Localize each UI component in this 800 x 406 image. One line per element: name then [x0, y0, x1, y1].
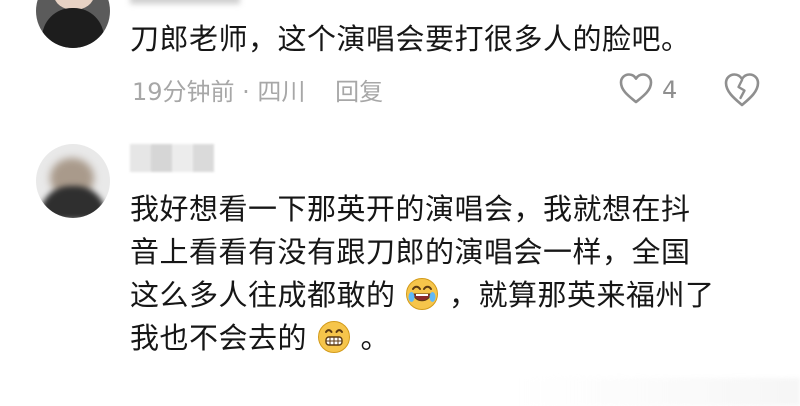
reply-button[interactable]: 回复	[335, 78, 383, 106]
dislike-button[interactable]	[722, 70, 762, 110]
comment-line-segment: ，就算那英来福州了	[448, 278, 715, 312]
comment-time-location: 19分钟前 · 四川	[132, 78, 306, 106]
comment-thread: 刀郎老师，这个演唱会要打很多人的脸吧。 19分钟前 · 四川 回复 4 我好想看…	[0, 0, 800, 406]
comment-line-segment: 。	[360, 321, 390, 355]
username-blurred[interactable]	[130, 144, 214, 172]
avatar-clothing	[42, 8, 104, 48]
broken-heart-icon	[722, 73, 762, 114]
avatar[interactable]	[36, 144, 110, 218]
crying-laughing-emoji-icon	[405, 277, 439, 311]
like-button[interactable]: 4	[618, 70, 677, 110]
bottom-edge-artifact	[520, 378, 800, 406]
comment-text: 刀郎老师，这个演唱会要打很多人的脸吧。	[130, 22, 691, 56]
avatar-clothing	[40, 186, 106, 218]
comment-line-segment: 这么多人往成都敢的	[130, 278, 396, 312]
like-count: 4	[662, 76, 678, 104]
heart-icon	[618, 71, 654, 109]
grinning-emoji-icon	[317, 320, 351, 354]
comment-line: 这么多人往成都敢的 ，就算那英来福州了	[130, 274, 714, 317]
comment-line-segment: 我也不会去的	[130, 321, 308, 355]
comment-line: 音上看看有没有跟刀郎的演唱会一样，全国	[130, 235, 691, 269]
username-blurred[interactable]	[130, 0, 240, 4]
comment-line: 我好想看一下那英开的演唱会，我就想在抖	[130, 192, 691, 226]
comment-line: 我也不会去的 。	[130, 317, 714, 360]
comment-meta: 19分钟前 · 四川 回复	[132, 72, 383, 107]
avatar[interactable]	[36, 0, 110, 48]
comment-text: 我好想看一下那英开的演唱会，我就想在抖 音上看看有没有跟刀郎的演唱会一样，全国 …	[130, 188, 714, 360]
